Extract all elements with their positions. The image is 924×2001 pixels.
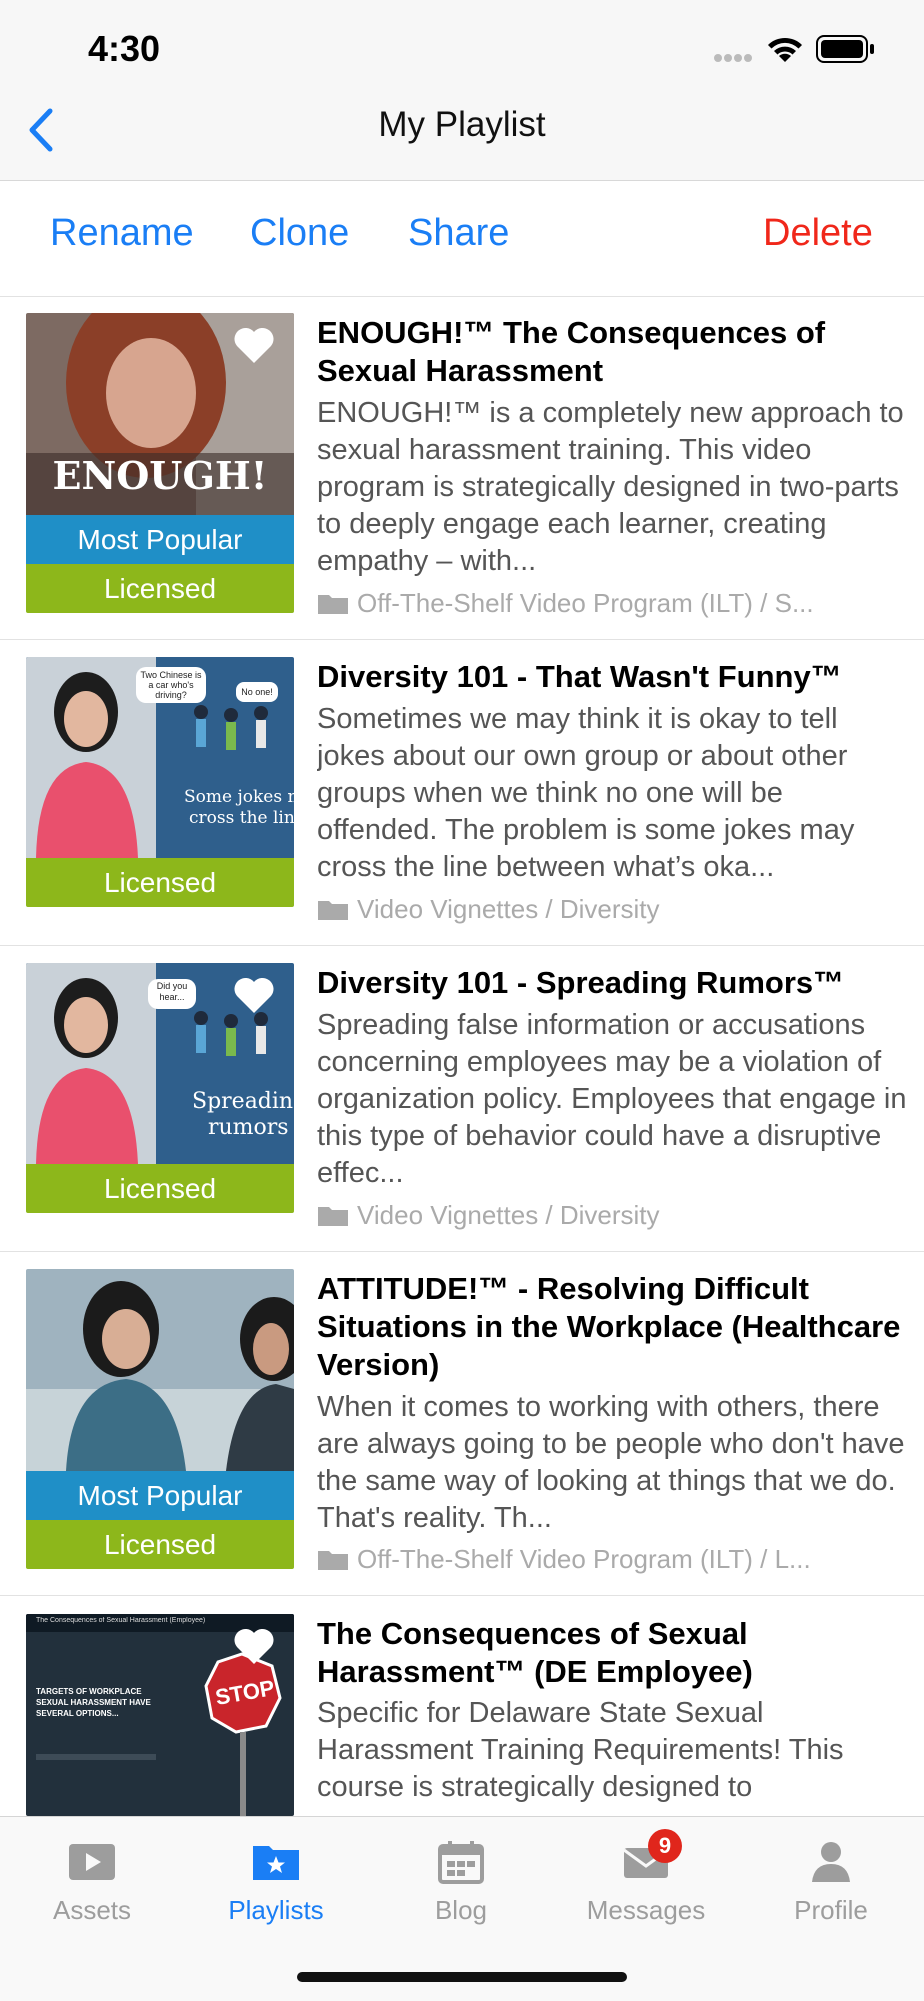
video-thumbnail[interactable]: Most Popular Licensed [26, 1269, 294, 1569]
item-category: Video Vignettes / Diversity [317, 894, 907, 925]
battery-icon [816, 35, 874, 63]
licensed-badge: Licensed [26, 564, 294, 613]
tab-assets[interactable]: Assets [12, 1840, 172, 1926]
thumbnail-caption-text: rumors [208, 1115, 289, 1140]
item-title[interactable]: Diversity 101 - Spreading Rumors™ [317, 964, 907, 1002]
item-description: Sometimes we may think it is okay to tel… [317, 703, 855, 883]
home-indicator [297, 1972, 627, 1982]
item-category: Video Vignettes / Diversity [317, 1200, 907, 1231]
item-title[interactable]: ENOUGH!™ The Consequences of Sexual Hara… [317, 314, 907, 390]
most-popular-badge: Most Popular [26, 515, 294, 564]
tab-messages[interactable]: Messages [566, 1840, 726, 1926]
speech-bubble-text: No one! [241, 687, 273, 697]
item-title[interactable]: Diversity 101 - That Wasn't Funny™ [317, 658, 907, 696]
item-category: Off-The-Shelf Video Program (ILT) / S... [317, 588, 907, 619]
video-thumbnail[interactable]: Did you hear... Spreading rumors License… [26, 963, 294, 1213]
speech-bubble-text: Two Chinese is a car who's driving? [140, 670, 202, 700]
most-popular-badge: Most Popular [26, 1471, 294, 1520]
item-description: ENOUGH!™ is a completely new approach to… [317, 397, 904, 577]
wifi-icon [768, 37, 802, 62]
page-title: My Playlist [378, 105, 546, 144]
thumbnail-caption-text: Some jokes ma [184, 787, 294, 807]
delete-button[interactable]: Delete [763, 212, 873, 255]
video-thumbnail[interactable]: Two Chinese is a car who's driving? No o… [26, 657, 294, 907]
licensed-badge: Licensed [26, 1164, 294, 1213]
video-thumbnail[interactable]: The Consequences of Sexual Harassment (E… [26, 1614, 294, 1816]
item-title[interactable]: ATTITUDE!™ - Resolving Difficult Situati… [317, 1270, 907, 1384]
cellular-signal-icon [714, 54, 752, 62]
slide-header-text: The Consequences of Sexual Harassment (E… [36, 1617, 206, 1624]
item-description: When it comes to working with others, th… [317, 1391, 905, 1534]
slide-body-text: TARGETS OF WORKPLACE SEXUAL HARASSMENT H… [36, 1687, 151, 1718]
messages-count-badge: 9 [648, 1829, 682, 1863]
calendar-icon [438, 1841, 484, 1884]
video-thumbnail[interactable]: ENOUGH! Most Popular Licensed [26, 313, 294, 613]
star-folder-icon [253, 1846, 299, 1880]
share-button[interactable]: Share [408, 212, 509, 255]
licensed-badge: Licensed [26, 1520, 294, 1569]
folder-icon [318, 1551, 348, 1570]
favorite-heart-icon[interactable] [232, 1626, 276, 1666]
folder-icon [318, 595, 348, 614]
folder-icon [318, 1207, 348, 1226]
folder-icon [318, 901, 348, 920]
play-icon [69, 1844, 115, 1880]
tab-profile[interactable]: Profile [751, 1840, 911, 1926]
thumbnail-caption-text: cross the line [189, 808, 294, 828]
clone-button[interactable]: Clone [250, 212, 349, 255]
favorite-heart-icon[interactable] [232, 975, 276, 1015]
tab-playlists[interactable]: Playlists [196, 1840, 356, 1926]
item-description: Spreading false information or accusatio… [317, 1009, 907, 1189]
item-category: Off-The-Shelf Video Program (ILT) / L... [317, 1544, 907, 1575]
tab-blog[interactable]: Blog [381, 1840, 541, 1926]
thumbnail-image [26, 1269, 294, 1471]
thumbnail-title-text: ENOUGH! [52, 453, 268, 498]
rename-button[interactable]: Rename [50, 212, 194, 255]
speech-bubble-text: Did you hear... [156, 981, 188, 1002]
licensed-badge: Licensed [26, 858, 294, 907]
item-title[interactable]: The Consequences of Sexual Harassment™ (… [317, 1615, 907, 1691]
item-description: Specific for Delaware State Sexual Haras… [317, 1697, 844, 1803]
favorite-heart-icon[interactable] [232, 325, 276, 365]
thumbnail-caption-text: Spreading [192, 1089, 294, 1114]
person-icon [812, 1842, 850, 1882]
status-time: 4:30 [88, 28, 161, 69]
